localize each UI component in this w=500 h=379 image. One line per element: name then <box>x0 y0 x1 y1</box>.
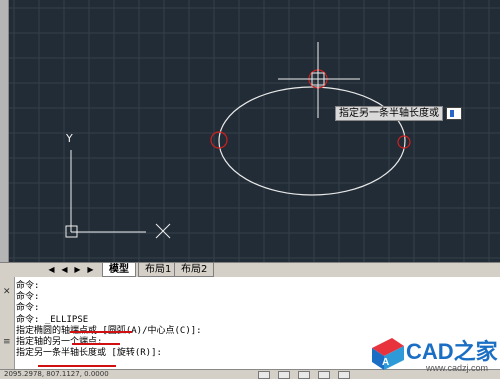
watermark-logo-icon: A <box>372 338 404 370</box>
next-tab-button[interactable]: ▶ <box>72 265 83 275</box>
close-icon[interactable]: ✕ <box>3 287 11 297</box>
layout-tab-bar: ◀ ◀ ▶ ▶ 模型 布局1 布局2 <box>0 262 500 277</box>
first-tab-button[interactable]: ◀ <box>46 265 57 275</box>
dynamic-input-tooltip[interactable]: 指定另一条半轴长度或 <box>335 106 462 121</box>
dynamic-input-prompt: 指定另一条半轴长度或 <box>335 106 443 121</box>
watermark-url: www.cadzj.com <box>426 363 489 373</box>
drawing-canvas[interactable]: Y <box>0 0 500 262</box>
ucs-y-label: Y <box>65 132 73 145</box>
viewport-left-edge <box>0 0 9 262</box>
ucs-icon: Y <box>65 132 171 239</box>
command-line: 命令: _ELLIPSE <box>16 314 89 325</box>
svg-text:A: A <box>382 357 389 368</box>
command-prompt-line[interactable]: 指定另一条半轴长度或 [旋转(R)]: <box>16 348 376 359</box>
annotation-underline <box>70 331 132 333</box>
grip-icon[interactable]: ≡ <box>3 337 11 347</box>
annotation-underline <box>38 365 116 367</box>
command-line: 命令: <box>16 281 40 291</box>
ellipse-entity[interactable] <box>218 86 406 196</box>
drawing-viewport[interactable]: Y 指定另一条半轴长度或 <box>0 0 500 262</box>
command-line: 命令: <box>16 303 40 314</box>
annotation-underline <box>72 343 120 345</box>
dynamic-input-field[interactable] <box>446 107 462 120</box>
drawing-grid <box>0 0 500 262</box>
watermark-brand: CAD之家 <box>406 339 498 364</box>
last-tab-button[interactable]: ▶ <box>85 265 96 275</box>
tab-model[interactable]: 模型 <box>102 263 136 277</box>
tab-layout2[interactable]: 布局2 <box>174 263 215 277</box>
prev-tab-button[interactable]: ◀ <box>59 265 70 275</box>
tab-layout1[interactable]: 布局1 <box>138 263 179 277</box>
command-history: 命令: 命令: 命令: 命令: _ELLIPSE 指定椭圆的轴端点或 [圆弧(A… <box>16 281 376 359</box>
command-line: 指定轴的另一个端点: <box>16 336 103 347</box>
command-window-handle[interactable]: ✕ ≡ <box>0 277 15 369</box>
site-watermark: A CAD之家 www.cadzj.com <box>368 332 498 378</box>
command-line: 命令: <box>16 292 40 303</box>
